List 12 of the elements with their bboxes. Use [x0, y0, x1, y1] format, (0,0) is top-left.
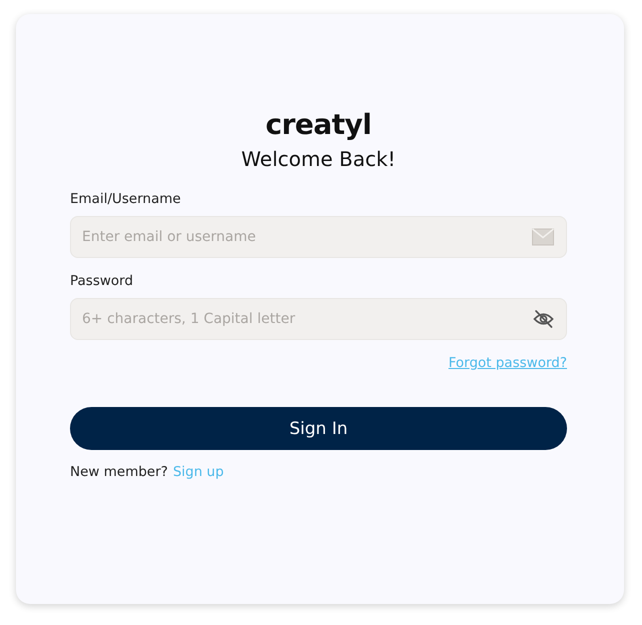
logo: creatyl	[265, 110, 372, 140]
field-label: Email/Username	[70, 191, 182, 207]
sign-in-button[interactable]: Sign In	[70, 407, 567, 450]
password-field[interactable]: 6+ characters, 1 Capital letter	[70, 298, 567, 340]
field-label: Password	[70, 273, 134, 289]
email-field[interactable]: Enter email or username	[70, 216, 567, 258]
signup-prompt: New member?	[70, 464, 168, 480]
envelope-icon	[532, 228, 554, 246]
eye-off-icon[interactable]	[533, 310, 554, 328]
sign-up-link[interactable]: Sign up	[172, 464, 224, 480]
forgot-password-link[interactable]: Forgot password?	[448, 355, 567, 371]
heading: Welcome Back!	[241, 146, 396, 172]
